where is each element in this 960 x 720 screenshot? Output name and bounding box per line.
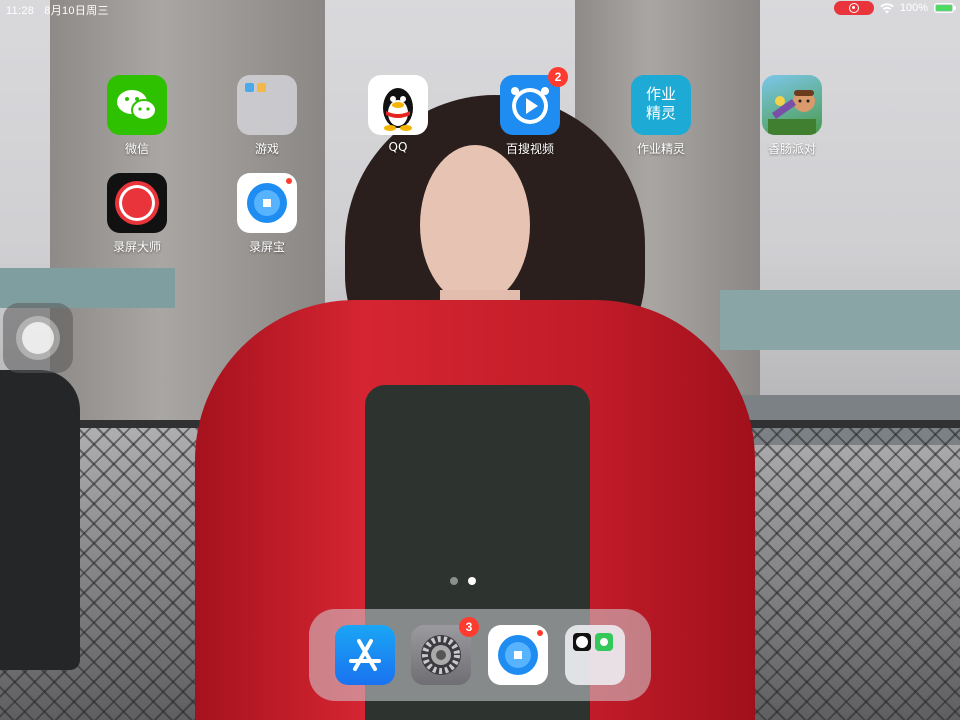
app-store-icon — [335, 625, 395, 685]
clock-mini-icon — [573, 633, 591, 651]
icon-text-bottom: 精灵 — [645, 104, 676, 122]
page-indicator[interactable] — [450, 577, 476, 585]
dock: 3 — [309, 609, 651, 701]
bridge-walkway-right — [720, 290, 960, 350]
app-games-folder[interactable]: 游戏 — [227, 75, 307, 157]
app-record-master[interactable]: 录屏大师 — [97, 173, 177, 255]
icon-text-top: 作业 — [645, 85, 676, 103]
battery-charging-icon — [934, 3, 956, 13]
find-my-mini-icon — [595, 633, 613, 651]
page-dot-2[interactable] — [468, 577, 476, 585]
app-label: 作业精灵 — [636, 142, 685, 156]
status-bar: 11:28 8月10日周三 100% — [0, 0, 960, 18]
wifi-icon — [880, 2, 894, 13]
app-label: 录屏大师 — [112, 240, 161, 254]
notification-badge: 2 — [548, 67, 568, 87]
app-label: 百搜视频 — [505, 142, 554, 156]
app-label: QQ — [388, 140, 408, 154]
page-dot-1[interactable] — [450, 577, 458, 585]
dock-record-bao[interactable] — [488, 625, 548, 685]
wechat-icon — [107, 75, 167, 135]
sausage-party-icon — [762, 75, 822, 135]
status-date: 8月10日周三 — [44, 5, 109, 17]
dock-settings[interactable]: 3 — [411, 617, 479, 685]
utilities-folder-icon — [565, 625, 625, 685]
dock-utilities-folder[interactable] — [565, 625, 625, 685]
status-time-date: 11:28 8月10日周三 — [6, 2, 109, 18]
notification-badge: 3 — [459, 617, 479, 637]
app-wechat[interactable]: 微信 — [97, 75, 177, 157]
assistive-touch-button[interactable] — [3, 303, 73, 373]
games-folder-icon — [237, 75, 297, 135]
bridge-walkway-left — [0, 268, 175, 308]
record-bao-icon — [237, 173, 297, 233]
app-record-bao[interactable]: 录屏宝 — [227, 173, 307, 255]
binocular-post — [0, 370, 80, 670]
dock-app-store[interactable] — [335, 625, 395, 685]
app-label: 香肠派对 — [767, 142, 816, 156]
zuoye-jingling-icon: 作业 精灵 — [631, 75, 691, 135]
app-qq[interactable]: QQ — [358, 75, 438, 154]
record-master-icon — [107, 173, 167, 233]
app-label: 录屏宝 — [248, 240, 285, 254]
status-time: 11:28 — [6, 5, 35, 17]
battery-percent: 100% — [899, 2, 928, 14]
app-sausage-party[interactable]: 香肠派对 — [752, 75, 832, 157]
person-face — [420, 145, 530, 305]
record-bao-icon — [488, 625, 548, 685]
qq-penguin-icon — [368, 75, 428, 135]
app-zuoye-jingling[interactable]: 作业 精灵 作业精灵 — [621, 75, 701, 157]
app-baidu-video[interactable]: 2 百搜视频 — [490, 67, 570, 157]
app-label: 微信 — [124, 142, 149, 156]
app-label: 游戏 — [254, 142, 279, 156]
screen-recording-indicator[interactable] — [833, 1, 874, 15]
